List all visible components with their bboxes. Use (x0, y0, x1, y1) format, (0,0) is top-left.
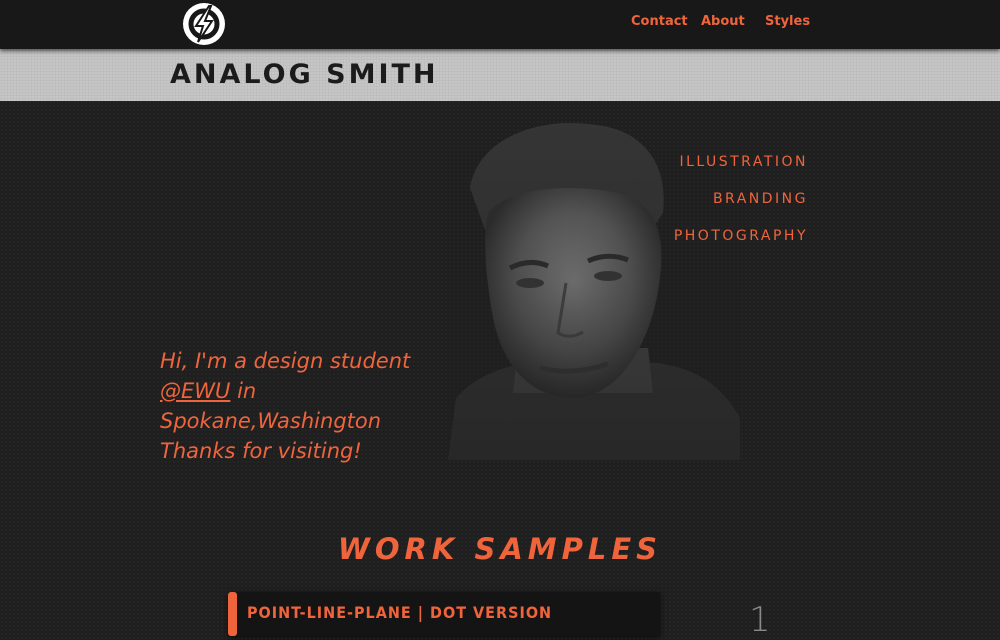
intro-text: Hi, I'm a design student @EWU in Spokane… (160, 346, 440, 466)
lightning-bolt-circle-icon[interactable] (181, 1, 227, 47)
card-accent-bar (228, 592, 237, 636)
top-navigation-bar: Contact About Styles (0, 0, 1000, 49)
brand-banner: ANALOG SMITH (0, 49, 1000, 101)
nav-about-link[interactable]: About (701, 14, 745, 32)
work-sample-card[interactable]: POINT-LINE-PLANE | DOT VERSION (228, 592, 660, 636)
nav-styles-link[interactable]: Styles (765, 14, 810, 32)
intro-line-2-rest: in (230, 379, 257, 403)
intro-line-2: @EWU in (160, 376, 440, 406)
intro-line-4: Thanks for visiting! (160, 439, 362, 463)
site-title[interactable]: ANALOG SMITH (170, 59, 439, 90)
illustration-link[interactable]: ILLUSTRATION (679, 154, 808, 170)
work-samples-heading: WORK SAMPLES (337, 532, 663, 566)
photography-link[interactable]: PHOTOGRAPHY (674, 228, 808, 244)
branding-link[interactable]: BRANDING (713, 191, 808, 207)
intro-line-3: Spokane,Washington (160, 409, 382, 433)
ewu-link[interactable]: @EWU (160, 379, 230, 403)
intro-line-1: Hi, I'm a design student (160, 349, 411, 373)
work-sample-number: 1 (749, 600, 771, 640)
work-sample-title[interactable]: POINT-LINE-PLANE | DOT VERSION (247, 603, 552, 622)
nav-contact-link[interactable]: Contact (631, 14, 688, 32)
